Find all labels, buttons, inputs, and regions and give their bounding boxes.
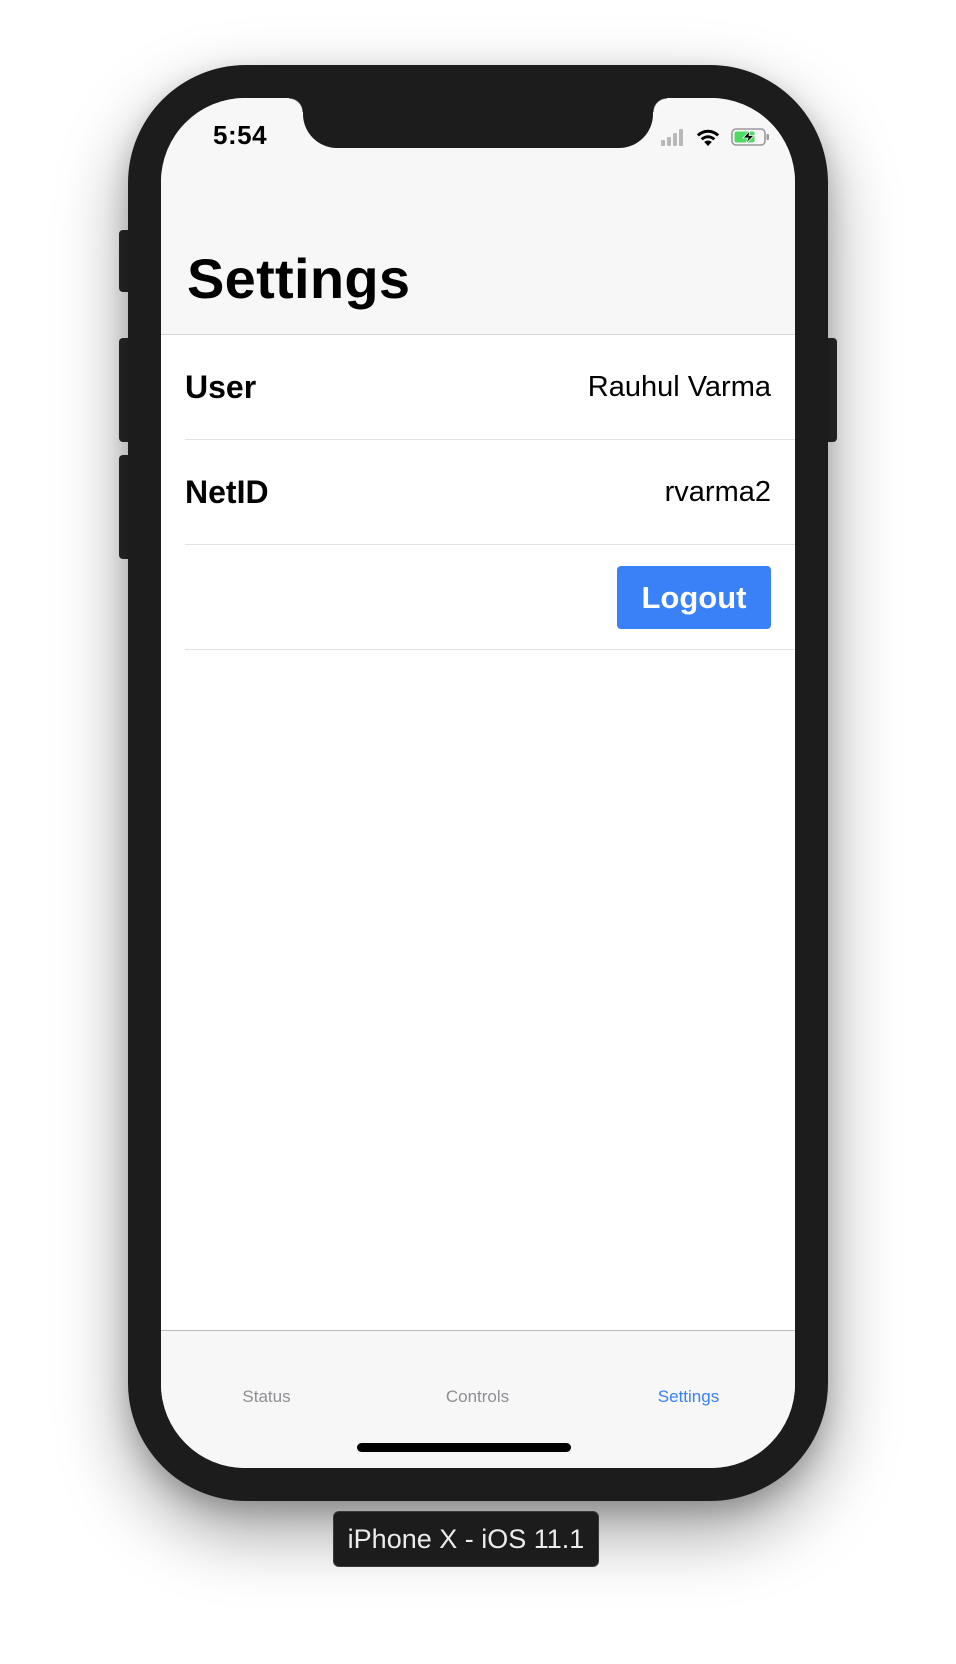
user-row: User Rauhul Varma: [185, 335, 795, 440]
wifi-icon: [696, 129, 720, 146]
notch: [289, 98, 667, 148]
signal-icon: [661, 128, 685, 146]
netid-value: rvarma2: [664, 476, 771, 508]
logout-button[interactable]: Logout: [617, 566, 771, 629]
simulator-device-label: iPhone X - iOS 11.1: [333, 1511, 599, 1567]
tab-bar: Status Controls Settings: [161, 1330, 795, 1468]
tab-controls[interactable]: Controls: [372, 1387, 583, 1407]
netid-label: NetID: [185, 474, 269, 510]
status-icons: [661, 126, 771, 148]
simulator-stage: 5:54 Settings User Rauhul Varma NetID rv…: [0, 0, 956, 1664]
user-label: User: [185, 369, 257, 405]
battery-charging-icon: [731, 128, 769, 146]
netid-row: NetID rvarma2: [185, 440, 795, 545]
tab-status[interactable]: Status: [161, 1387, 372, 1407]
page-title: Settings: [187, 247, 411, 310]
tab-settings[interactable]: Settings: [583, 1387, 794, 1407]
navigation-bar: 5:54 Settings: [161, 98, 795, 335]
user-value: Rauhul Varma: [587, 371, 771, 403]
home-indicator: [357, 1443, 571, 1452]
status-time: 5:54: [213, 120, 268, 150]
device-screen: 5:54 Settings User Rauhul Varma NetID rv…: [161, 98, 795, 1468]
logout-row: Logout: [185, 545, 795, 650]
